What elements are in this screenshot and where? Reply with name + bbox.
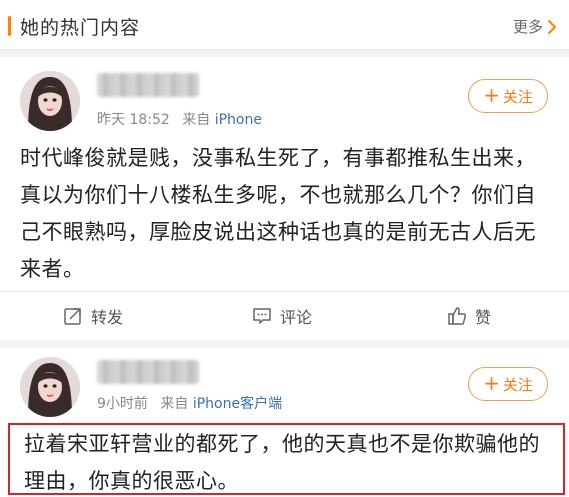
section-accent-bar bbox=[8, 16, 11, 36]
plus-icon: + bbox=[483, 83, 500, 107]
post-content: 拉着宋亚轩营业的都死了，他的天真也不是你欺骗他的理由，你真的很恶心。 bbox=[24, 432, 540, 493]
page: 她的热门内容 更多 昨天 18:52 来自 iPhone + 关注 时代峰俊就是… bbox=[0, 0, 569, 497]
avatar[interactable] bbox=[20, 357, 80, 417]
post-card: 昨天 18:52 来自 iPhone + 关注 时代峰俊就是贱，没事私生死了，有… bbox=[0, 57, 569, 340]
device-link[interactable]: iPhone客户端 bbox=[193, 396, 282, 412]
more-label: 更多 bbox=[512, 18, 543, 36]
avatar[interactable] bbox=[20, 71, 80, 131]
plus-icon: + bbox=[483, 371, 500, 395]
chevron-right-icon bbox=[548, 19, 556, 34]
follow-label: 关注 bbox=[502, 375, 533, 394]
repost-button[interactable]: 转发 bbox=[63, 304, 123, 328]
more-button[interactable]: 更多 bbox=[513, 16, 557, 37]
section-title: 她的热门内容 bbox=[20, 17, 141, 39]
like-button[interactable]: 赞 bbox=[447, 304, 491, 328]
source-prefix: 来自 bbox=[160, 396, 189, 412]
follow-label: 关注 bbox=[502, 87, 533, 106]
comment-icon bbox=[253, 308, 271, 324]
like-label: 赞 bbox=[475, 308, 492, 327]
section-header: 她的热门内容 更多 bbox=[0, 0, 569, 50]
thumbs-up-icon bbox=[448, 307, 467, 325]
post-time: 9小时前 bbox=[97, 396, 148, 412]
comment-button[interactable]: 评论 bbox=[252, 304, 312, 328]
post-time: 昨天 18:52 bbox=[97, 112, 170, 128]
action-bar: 转发 评论 赞 bbox=[0, 291, 569, 340]
username-blurred[interactable] bbox=[97, 73, 199, 97]
follow-button[interactable]: + 关注 bbox=[468, 79, 548, 113]
post-meta: 昨天 18:52 来自 iPhone bbox=[97, 109, 262, 129]
post-card: 9小时前 来自 iPhone客户端 + 关注 拉着宋亚轩营业的都死了，他的天真也… bbox=[0, 348, 569, 497]
device-link[interactable]: iPhone bbox=[215, 112, 262, 128]
repost-label: 转发 bbox=[91, 308, 124, 327]
follow-button[interactable]: + 关注 bbox=[468, 367, 548, 401]
post-content: 时代峰俊就是贱，没事私生死了，有事都推私生出来，真以为你们十八楼私生多呢，不也就… bbox=[20, 146, 536, 281]
repost-icon bbox=[64, 308, 81, 325]
username-blurred[interactable] bbox=[97, 360, 199, 384]
source-prefix: 来自 bbox=[182, 112, 211, 128]
comment-label: 评论 bbox=[280, 308, 313, 327]
post-meta: 9小时前 来自 iPhone客户端 bbox=[97, 393, 282, 413]
